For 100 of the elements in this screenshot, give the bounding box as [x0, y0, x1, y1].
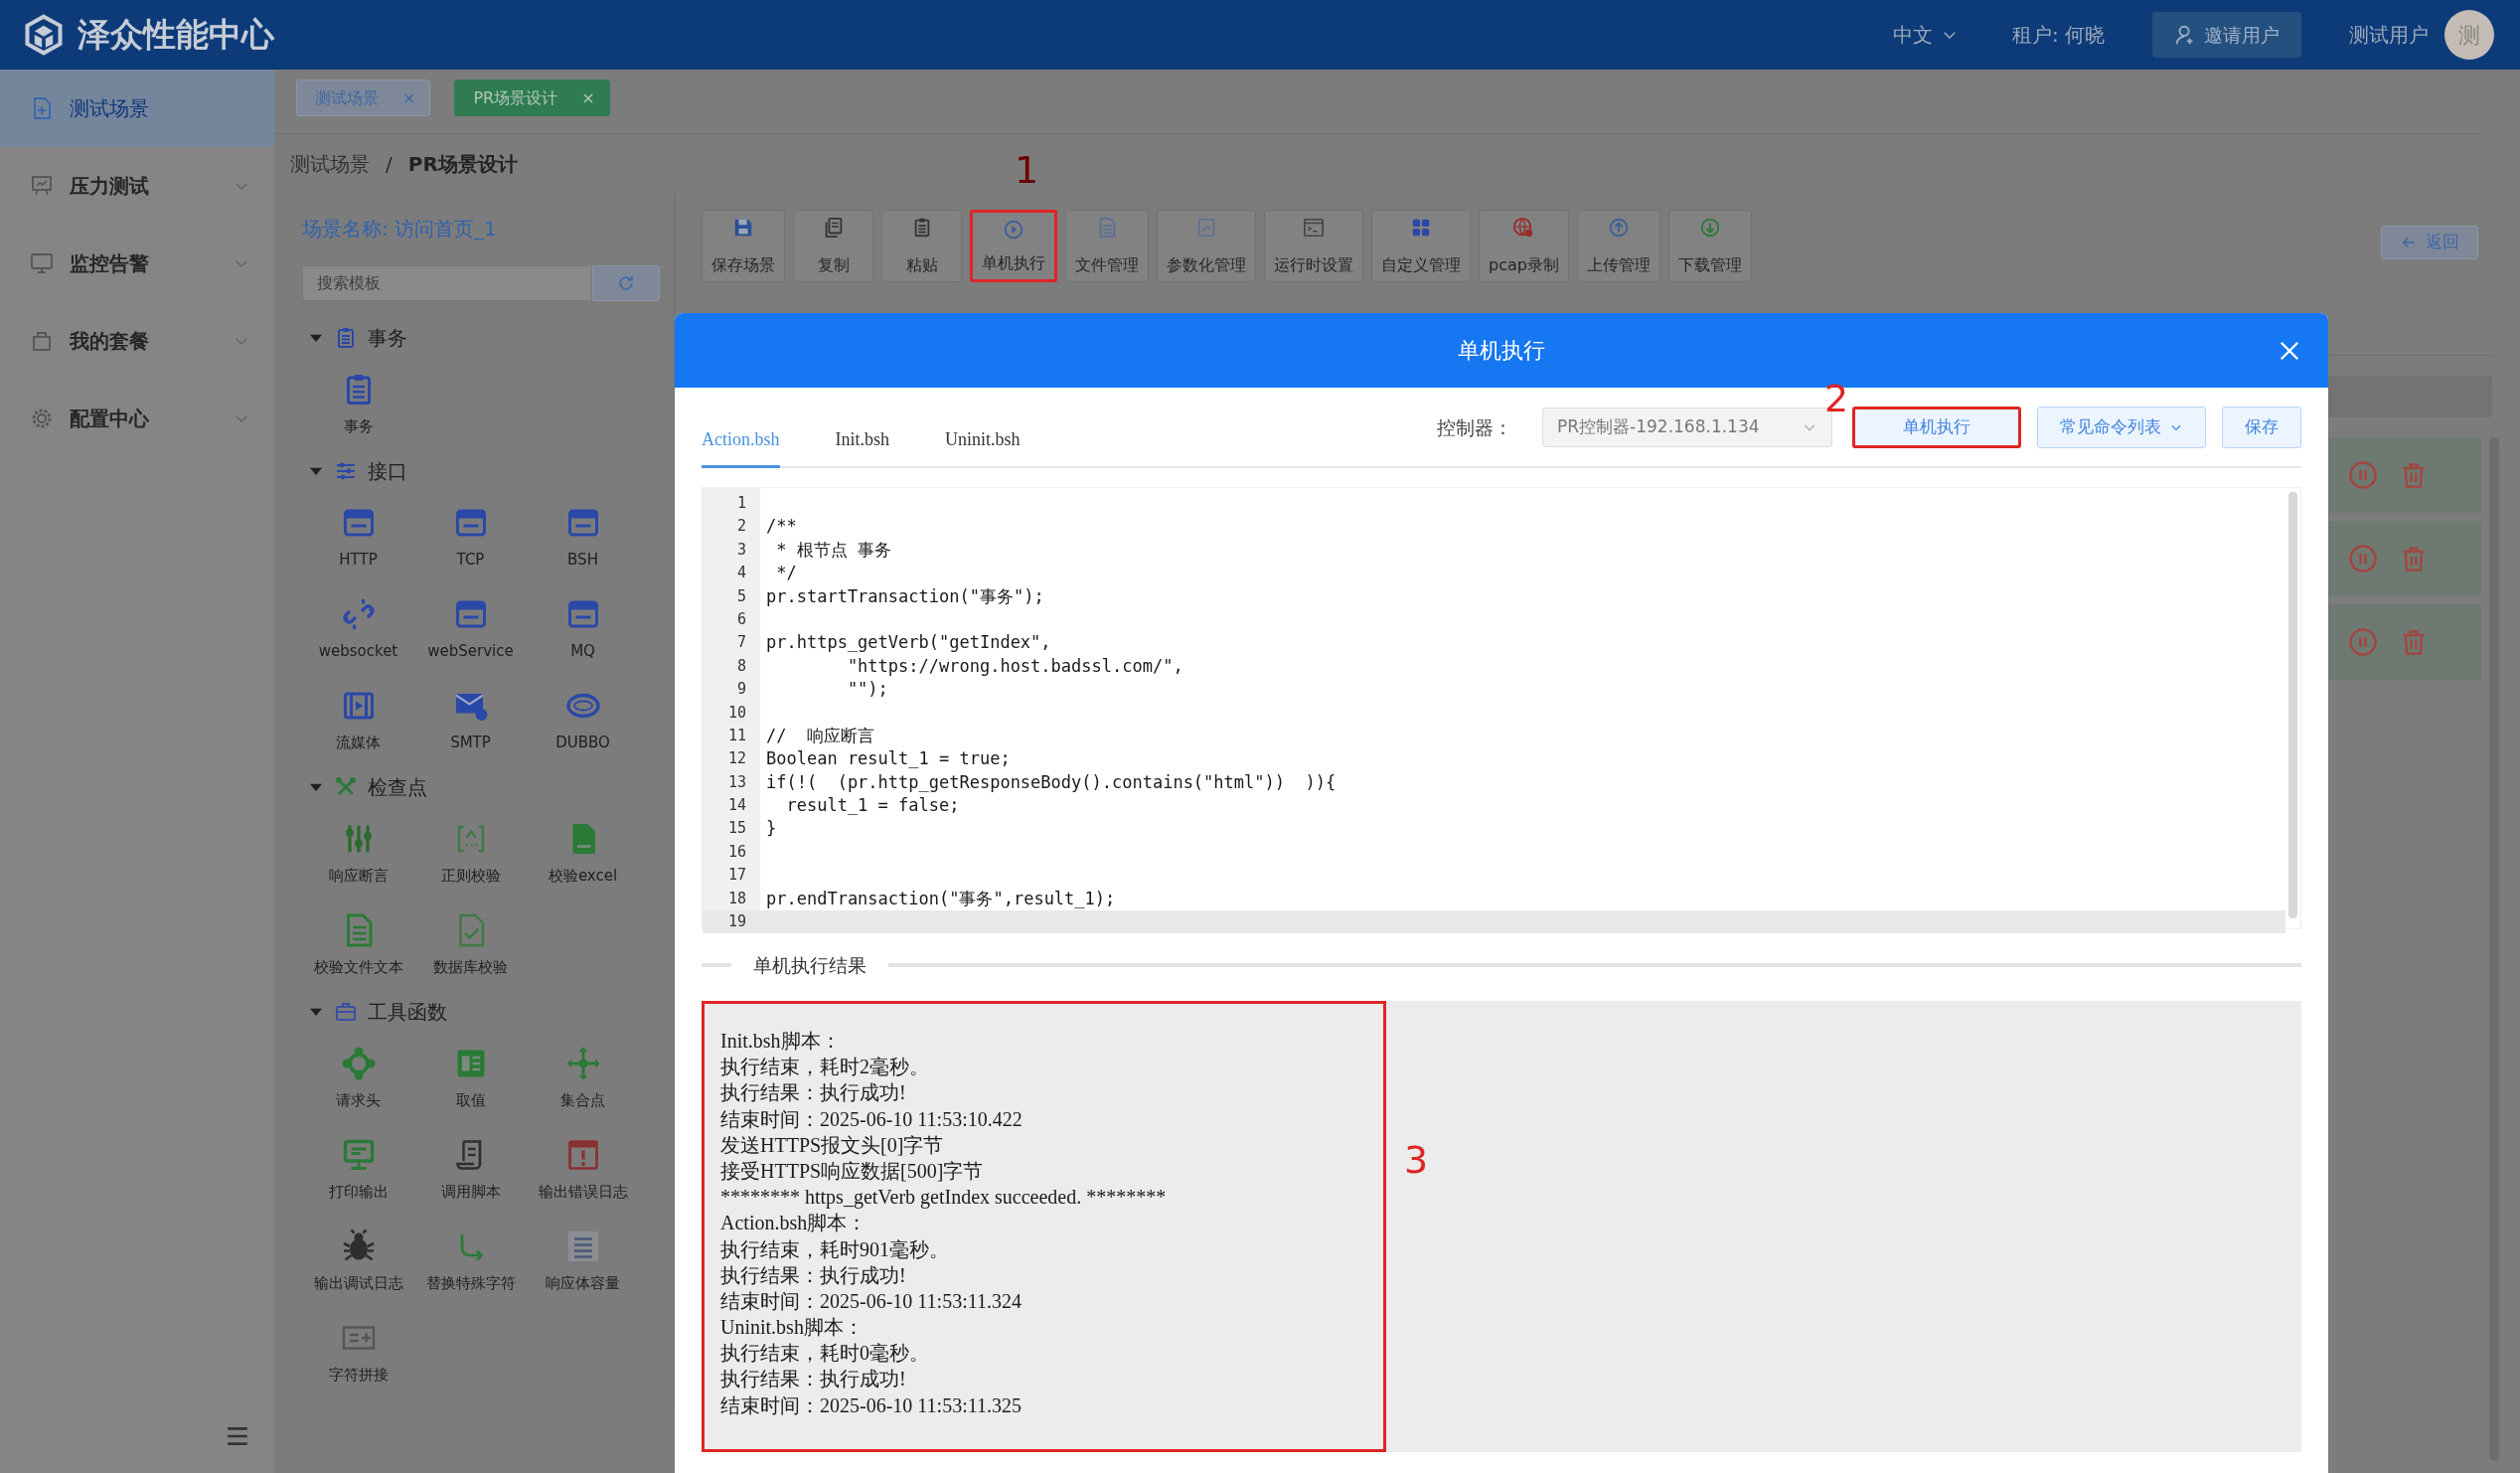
- run-button[interactable]: 单机执行: [1852, 407, 2021, 448]
- toolbar-button[interactable]: 下载管理: [1667, 210, 1752, 282]
- section-title: 工具函数: [368, 999, 447, 1026]
- palette-item[interactable]: 输出调试日志: [302, 1218, 414, 1305]
- line-number: 17: [726, 865, 747, 887]
- toolbar-button[interactable]: pcap录制: [1479, 210, 1569, 282]
- code-line: pr.startTransaction("事务");: [766, 585, 1044, 606]
- line-number: 12: [726, 748, 747, 770]
- sidebar-item[interactable]: 压力测试: [0, 147, 274, 225]
- palette-item[interactable]: 请求头: [302, 1035, 414, 1122]
- palette-item[interactable]: 字符拼接: [302, 1309, 414, 1396]
- output-line: Uninit.bsh脚本：: [720, 1315, 865, 1341]
- output-line: 执行结果：执行成功!: [720, 1080, 907, 1106]
- palette-item[interactable]: 输出错误日志: [527, 1126, 639, 1214]
- globe-icon: [1512, 217, 1535, 239]
- script-tab[interactable]: Uninit.bsh: [945, 426, 1021, 468]
- line-number: 18: [726, 888, 747, 909]
- scene-name: 场景名称: 访问首页_1: [302, 216, 498, 243]
- palette-item[interactable]: BSH: [527, 494, 639, 581]
- palette-item[interactable]: 调用脚本: [414, 1126, 527, 1214]
- palette-item[interactable]: 流媒体: [302, 677, 414, 764]
- grid-icon: [1410, 217, 1432, 239]
- search-field[interactable]: 搜索模板: [302, 265, 592, 301]
- palette-item[interactable]: 数据库校验: [414, 901, 527, 989]
- toolbar-button[interactable]: 参数化管理: [1157, 210, 1256, 282]
- output-line: Init.bsh脚本：: [720, 1029, 842, 1054]
- refresh-button[interactable]: [592, 265, 660, 301]
- toolbar-button[interactable]: 粘贴: [881, 210, 962, 282]
- nodes-icon: [340, 1045, 377, 1081]
- code-line: Boolean result_1 = true;: [766, 748, 1011, 769]
- palette-item[interactable]: websocket: [302, 585, 414, 673]
- sidebar-item[interactable]: 配置中心: [0, 380, 274, 457]
- palette-item[interactable]: DUBBO: [527, 677, 639, 764]
- palette-item[interactable]: 响应体容量: [527, 1218, 639, 1305]
- palette-item[interactable]: 事务: [302, 361, 414, 448]
- breadcrumb-item[interactable]: 测试场景: [290, 149, 370, 179]
- code-line: }: [766, 818, 777, 839]
- language-dropdown[interactable]: 中文: [1886, 19, 1965, 51]
- output-line: 执行结果：执行成功!: [720, 1367, 907, 1392]
- monitor-icon: [30, 251, 54, 275]
- code-line: pr.endTransaction("事务",result_1);: [766, 888, 1116, 908]
- output-line: 执行结束，耗时0毫秒。: [720, 1341, 930, 1367]
- toolbar-button[interactable]: 单机执行: [970, 210, 1057, 282]
- code-line: /**: [766, 516, 797, 537]
- code-line: result_1 = false;: [785, 795, 960, 816]
- line-number: 8: [735, 655, 747, 677]
- save-button[interactable]: 保存: [2222, 407, 2301, 448]
- line-number: 2: [735, 516, 747, 538]
- code-line: "");: [846, 679, 888, 700]
- upload-icon: [1607, 217, 1630, 239]
- close-tab-button[interactable]: ×: [581, 85, 595, 110]
- output-line: 结束时间：2025-06-10 11:53:11.325: [720, 1392, 1023, 1418]
- toolbar-button[interactable]: 文件管理: [1065, 210, 1149, 282]
- output-line: 发送HTTPS报文头[0]字节: [720, 1132, 945, 1158]
- commands-dropdown[interactable]: 常见命令列表: [2037, 407, 2206, 448]
- line-number: 3: [735, 539, 747, 561]
- section-title: 事务: [368, 325, 407, 352]
- palette-item[interactable]: 校验excel: [527, 810, 639, 898]
- script-tab[interactable]: Init.bsh: [835, 426, 889, 468]
- controller-label: 控制器：: [1437, 414, 1512, 440]
- palette-item[interactable]: SMTP: [414, 677, 527, 764]
- play-icon: [1003, 219, 1024, 241]
- download-icon: [1698, 217, 1721, 239]
- pause-icon[interactable]: [2348, 627, 2378, 657]
- palette-item[interactable]: 取值: [414, 1035, 527, 1122]
- section-title: 检查点: [368, 774, 427, 801]
- palette-item[interactable]: TCP: [414, 494, 527, 581]
- sidebar-item[interactable]: 我的套餐: [0, 302, 274, 380]
- palette-item[interactable]: 校验文件文本: [302, 901, 414, 989]
- invite-user-button[interactable]: 邀请用户: [2152, 12, 2301, 58]
- toolbar-button[interactable]: 运行时设置: [1264, 210, 1363, 282]
- toolbar-button[interactable]: 保存场景: [702, 210, 785, 282]
- scrollbar[interactable]: [2288, 492, 2297, 918]
- pause-icon[interactable]: [2348, 544, 2378, 573]
- sidebar-item[interactable]: 监控告警: [0, 225, 274, 302]
- code-line: // 响应断言: [766, 725, 874, 745]
- toolbar-button[interactable]: 上传管理: [1576, 210, 1660, 282]
- script-tab[interactable]: Action.bsh: [702, 426, 780, 468]
- pause-icon[interactable]: [2348, 460, 2378, 490]
- code-line: if(!( (pr.http_getResponseBody().contains("html")) )){: [766, 771, 1337, 792]
- page-tab[interactable]: PR场景设计 ×: [454, 80, 610, 116]
- palette-item[interactable]: 打印输出: [302, 1126, 414, 1214]
- palette-item[interactable]: HTTP: [302, 494, 414, 581]
- palette-item[interactable]: webService: [414, 585, 527, 673]
- toolbar-button[interactable]: 复制: [793, 210, 873, 282]
- cube-logo-icon: [22, 13, 66, 57]
- sidebar-item[interactable]: 测试场景: [0, 70, 274, 147]
- toolbar-button[interactable]: 自定义管理: [1371, 210, 1471, 282]
- palette-item[interactable]: 替换特殊字符: [414, 1218, 527, 1305]
- output-line: 执行结束，耗时901毫秒。: [720, 1236, 950, 1262]
- line-number: 5: [735, 585, 747, 607]
- palette-item[interactable]: MQ: [527, 585, 639, 673]
- breadcrumb-separator: /: [386, 151, 393, 178]
- close-icon: [2279, 339, 2300, 362]
- palette-item[interactable]: 集合点: [527, 1035, 639, 1122]
- output-line: 执行结果：执行成功!: [720, 1262, 907, 1288]
- palette-item[interactable]: 正则校验: [414, 810, 527, 898]
- app-title: 泽众性能中心: [78, 14, 274, 57]
- line-number: 1: [735, 493, 747, 514]
- palette-item[interactable]: 响应断言: [302, 810, 414, 898]
